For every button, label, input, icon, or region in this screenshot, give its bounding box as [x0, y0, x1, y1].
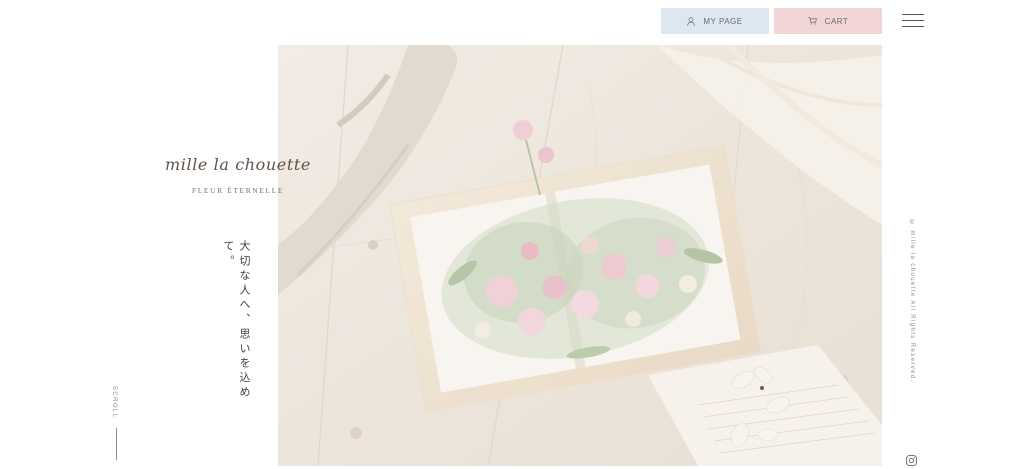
hero-image — [278, 45, 882, 466]
my-page-label: MY PAGE — [703, 16, 743, 26]
hamburger-menu-icon[interactable] — [902, 14, 924, 28]
instagram-icon[interactable] — [906, 453, 917, 466]
scroll-label: SCROLL — [111, 386, 117, 419]
cart-icon — [807, 17, 817, 25]
brand-subtitle: FLEUR ÉTERNELLE — [191, 186, 285, 195]
hero-tagline: 大切な人へ、思いを込めて。 — [222, 240, 251, 401]
page: MY PAGE CART mille la chouette FLEUR ÉTE… — [0, 0, 1024, 469]
cart-label: CART — [824, 16, 849, 26]
my-page-button[interactable]: MY PAGE — [661, 8, 769, 34]
cart-button[interactable]: CART — [774, 8, 882, 34]
user-icon — [687, 16, 696, 26]
copyright-text: © mille la chouette All Rights Reserved. — [909, 220, 915, 383]
brand-logo[interactable]: mille la chouette — [152, 155, 324, 174]
scroll-line — [116, 428, 117, 460]
